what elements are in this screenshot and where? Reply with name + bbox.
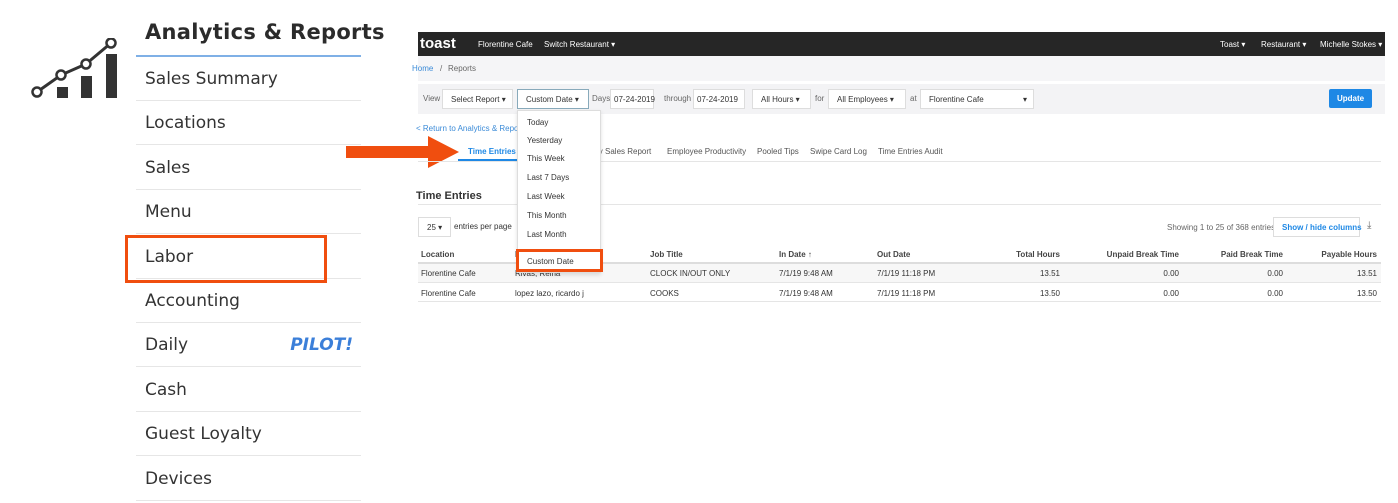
location-select[interactable]: Florentine Cafe ▾ — [920, 89, 1034, 109]
to-date-input[interactable]: 07-24-2019 — [693, 89, 745, 109]
toast-logo[interactable]: toast — [420, 35, 456, 52]
column-header: Unpaid Break Time — [1106, 250, 1179, 259]
menu-title: Analytics & Reports — [145, 20, 385, 44]
table-cell: 7/1/19 11:18 PM — [877, 269, 936, 278]
breadcrumb: Home / Reports — [412, 56, 1385, 81]
toast-menu[interactable]: Toast ▾ — [1220, 40, 1245, 49]
restaurant-name: Florentine Cafe — [478, 40, 533, 49]
table-cell: 0.00 — [1267, 269, 1283, 278]
table-cell: COOKS — [650, 288, 679, 298]
breadcrumb-home[interactable]: Home — [412, 64, 433, 73]
menu-item-accounting[interactable]: Accounting — [136, 279, 361, 323]
menu-item-label: Sales — [145, 157, 191, 178]
menu-item-label: Daily — [145, 335, 189, 356]
labor-highlight-box — [125, 235, 327, 283]
divider — [418, 301, 1381, 302]
dropdown-option-this-month[interactable]: This Month — [527, 211, 567, 220]
entries-count: Showing 1 to 25 of 368 entries — [1167, 223, 1276, 232]
table-cell: 7/1/19 11:18 PM — [877, 288, 936, 298]
switch-restaurant-menu[interactable]: Switch Restaurant ▾ — [544, 40, 615, 49]
tab-pooled-tips[interactable]: Pooled Tips — [757, 147, 799, 156]
date-range-select[interactable]: Custom Date ▾ — [517, 89, 589, 109]
column-header: Paid Break Time — [1220, 250, 1283, 259]
view-label: View — [423, 94, 441, 103]
pilot-badge: PILOT! — [290, 335, 353, 356]
menu-item-sales[interactable]: Sales — [136, 146, 361, 190]
menu-item-label: Guest Loyalty — [145, 424, 262, 445]
return-link[interactable]: < Return to Analytics & Reports — [416, 124, 527, 133]
column-header: Total Hours — [1016, 250, 1060, 259]
at-label: at — [910, 94, 917, 103]
tab-swipe-card-log[interactable]: Swipe Card Log — [810, 147, 867, 156]
column-header: Location — [421, 250, 455, 259]
dropdown-option-today[interactable]: Today — [527, 118, 548, 127]
table-cell: 13.51 — [1039, 269, 1060, 278]
menu-item-label: Cash — [145, 379, 187, 400]
tab-time-entries[interactable]: Time Entries — [468, 147, 516, 156]
custom-date-highlight-box — [516, 249, 603, 272]
page-size-label: entries per page — [454, 222, 512, 231]
show-hide-columns-button[interactable]: Show / hide columns — [1273, 217, 1362, 237]
dropdown-option-this-week[interactable]: This Week — [527, 154, 565, 163]
page-size-select[interactable]: 25 ▾ — [418, 217, 451, 237]
breadcrumb-current: Reports — [448, 64, 477, 73]
for-label: for — [815, 94, 825, 103]
column-header: Out Date — [877, 250, 911, 259]
table-cell: 7/1/19 9:48 AM — [779, 288, 833, 298]
table-cell: 0.00 — [1163, 288, 1179, 298]
caret-down-icon: ▾ — [1022, 95, 1027, 104]
tab-employee-productivity[interactable]: Employee Productivity — [667, 147, 746, 156]
dropdown-option-last-7-days[interactable]: Last 7 Days — [527, 173, 569, 182]
table-cell: Florentine Cafe — [421, 288, 476, 298]
column-header: Payable Hours — [1321, 250, 1377, 259]
menu-item-guest-loyalty[interactable]: Guest Loyalty — [136, 412, 361, 457]
menu-item-locations[interactable]: Locations — [136, 101, 361, 146]
tab-time-entries-audit[interactable]: Time Entries Audit — [878, 147, 943, 156]
arrow-icon — [346, 136, 459, 168]
restaurant-menu[interactable]: Restaurant ▾ — [1261, 40, 1306, 49]
dropdown-option-yesterday[interactable]: Yesterday — [527, 136, 562, 145]
table-cell: 0.00 — [1267, 288, 1283, 298]
breadcrumb-separator: / — [440, 64, 443, 73]
menu-item-cash[interactable]: Cash — [136, 368, 361, 412]
user-menu[interactable]: Michelle Stokes ▾ — [1320, 40, 1382, 49]
top-nav-bar: toast Florentine Cafe Switch Restaurant … — [418, 32, 1385, 56]
table-cell: 13.50 — [1356, 288, 1377, 298]
menu-item-label: Devices — [145, 468, 212, 489]
table-cell: 13.50 — [1039, 288, 1060, 298]
download-icon[interactable]: ⤓ — [1367, 220, 1371, 231]
through-label: through — [664, 94, 692, 103]
dropdown-option-last-month[interactable]: Last Month — [527, 230, 567, 239]
menu-item-label: Locations — [145, 113, 226, 134]
menu-item-daily[interactable]: Daily PILOT! — [136, 323, 361, 368]
table-cell: 13.51 — [1356, 269, 1377, 278]
analytics-chart-icon — [31, 38, 117, 98]
column-header: Job Title — [650, 250, 683, 259]
table-cell: 0.00 — [1163, 269, 1179, 278]
dropdown-option-last-week[interactable]: Last Week — [527, 192, 565, 201]
menu-item-label: Sales Summary — [145, 69, 278, 89]
hours-select[interactable]: All Hours ▾ — [752, 89, 811, 109]
from-date-input[interactable]: 07-24-2019 — [610, 89, 655, 109]
menu-item-devices[interactable]: Devices — [136, 457, 361, 501]
divider — [418, 282, 1381, 283]
location-value: Florentine Cafe — [929, 95, 984, 104]
menu-item-label: Accounting — [145, 291, 240, 311]
section-title: Time Entries — [416, 190, 482, 202]
table-cell: Florentine Cafe — [421, 269, 476, 278]
table-cell: lopez lazo, ricardo j — [515, 288, 584, 298]
column-header[interactable]: In Date ↑ — [779, 250, 812, 259]
update-button[interactable]: Update — [1329, 89, 1372, 108]
menu-item-menu[interactable]: Menu — [136, 190, 361, 235]
employees-select[interactable]: All Employees ▾ — [828, 89, 906, 109]
report-select[interactable]: Select Report ▾ — [442, 89, 513, 109]
menu-item-label: Menu — [145, 202, 192, 223]
table-cell: 7/1/19 9:48 AM — [779, 269, 833, 278]
table-cell: CLOCK IN/OUT ONLY — [650, 269, 731, 278]
days-label: Days — [592, 94, 611, 103]
menu-item-sales-summary[interactable]: Sales Summary — [136, 57, 361, 101]
